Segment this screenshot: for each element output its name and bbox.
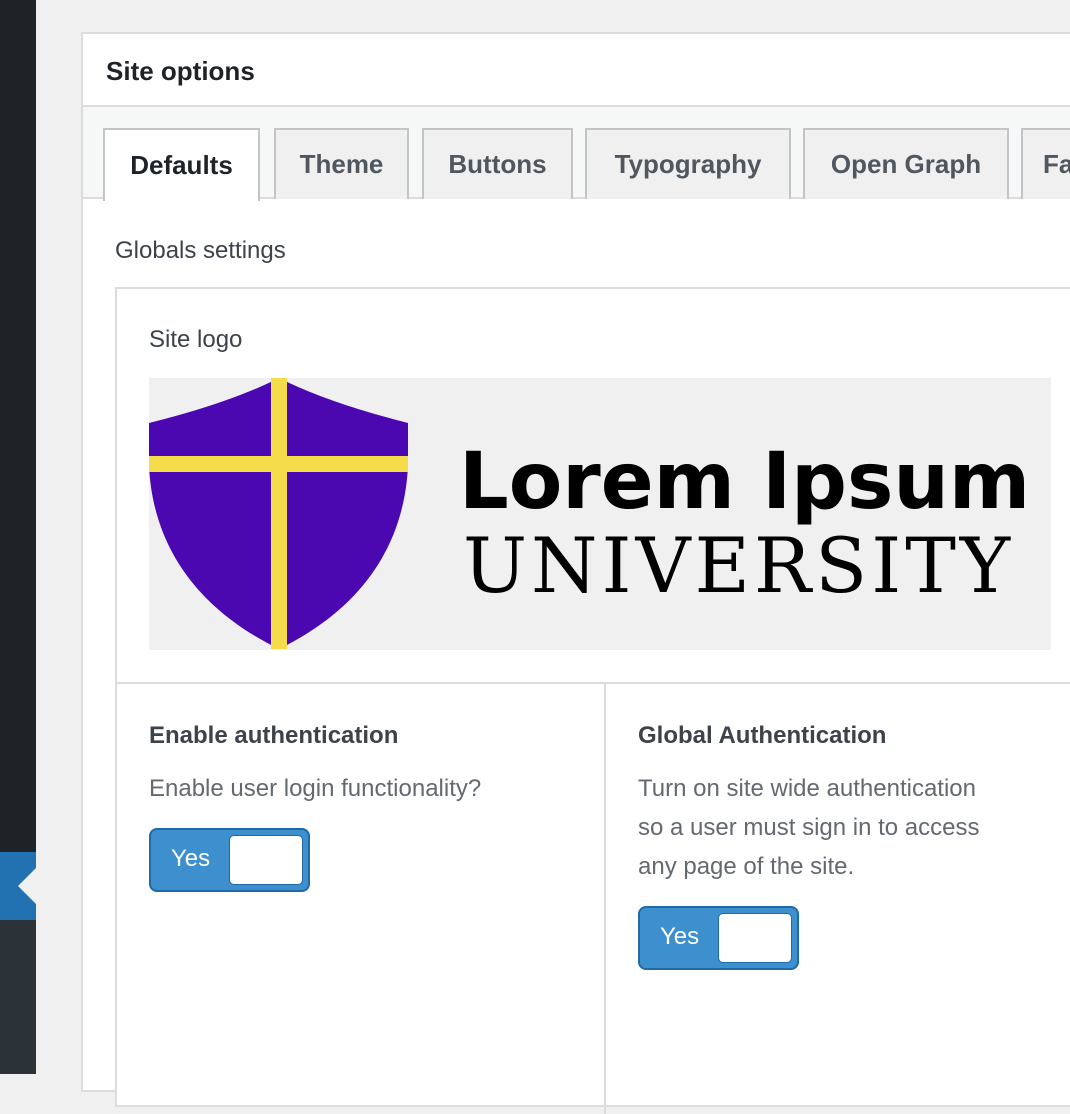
tabs-bar: Defaults Theme Buttons Typography Open G…: [83, 107, 1070, 201]
panel-title: Site options: [106, 56, 255, 86]
global-authentication-toggle[interactable]: Yes: [638, 906, 799, 970]
toggle-knob: [718, 913, 792, 963]
logo-line-1: Lorem Ipsum: [459, 437, 1030, 527]
section-divider: [117, 682, 1070, 684]
toggle-state-label: Yes: [660, 923, 700, 950]
shield-cross-vertical: [271, 378, 287, 649]
tab-open-graph[interactable]: Open Graph: [803, 128, 1009, 199]
panel-header: Site options: [83, 34, 1070, 107]
column-divider: [604, 684, 606, 1114]
global-authentication-label: Global Authentication: [638, 722, 887, 749]
site-logo-label: Site logo: [149, 326, 243, 353]
description-line: so a user must sign in to access: [638, 814, 980, 841]
sidebar-lower-area: [0, 920, 36, 1074]
tab-defaults[interactable]: Defaults: [103, 128, 260, 201]
toggle-knob: [229, 835, 303, 885]
description-line: any page of the site.: [638, 853, 855, 880]
enable-authentication-field: Enable authentication Enable user login …: [149, 721, 569, 892]
sidebar-current-arrow-icon: [18, 868, 36, 904]
site-logo-preview[interactable]: Lorem Ipsum UNIVERSITY: [149, 378, 1051, 650]
enable-authentication-label: Enable authentication: [149, 722, 399, 749]
logo-line-2: UNIVERSITY: [463, 521, 1014, 610]
admin-sidebar: [0, 0, 36, 1074]
tab-theme[interactable]: Theme: [274, 128, 409, 199]
site-options-panel: Site options Defaults Theme Buttons Typo…: [81, 32, 1070, 1114]
toggle-state-label: Yes: [171, 845, 211, 872]
shield-cross-horizontal: [149, 456, 408, 472]
section-title: Globals settings: [115, 237, 286, 264]
description-line: Turn on site wide authentication: [638, 775, 976, 802]
enable-authentication-toggle[interactable]: Yes: [149, 828, 310, 892]
global-authentication-field: Global Authentication Turn on site wide …: [638, 721, 1068, 970]
tab-typography[interactable]: Typography: [585, 128, 791, 199]
site-logo-image: Lorem Ipsum UNIVERSITY: [149, 378, 1030, 649]
tab-buttons[interactable]: Buttons: [422, 128, 573, 199]
global-authentication-description: Turn on site wide authentication so a us…: [638, 769, 1068, 886]
tab-fa[interactable]: Fa: [1021, 128, 1070, 199]
enable-authentication-description: Enable user login functionality?: [149, 775, 482, 802]
globals-settings-box: Site logo Lorem Ipsum UNIVERSITY Enable …: [115, 287, 1070, 1114]
